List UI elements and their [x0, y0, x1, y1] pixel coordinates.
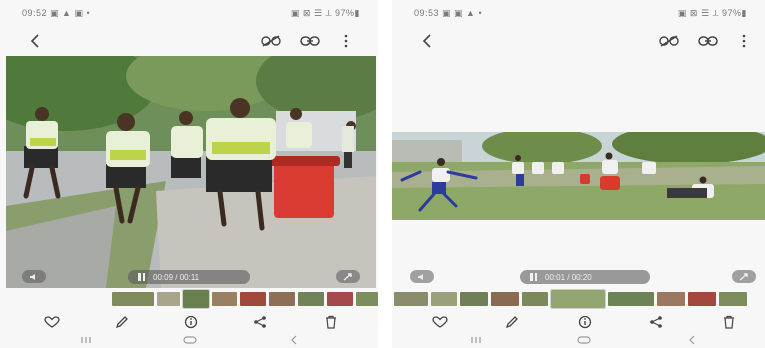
- filmstrip-thumbnail[interactable]: [460, 292, 488, 306]
- playback-pill[interactable]: 00:01 / 00:20: [520, 270, 650, 284]
- link-icon[interactable]: [697, 33, 719, 49]
- status-bar: 09:52 ▣ ▲ ▣ • ▣ ⊠ ☰ ⟂ 97%▮: [0, 2, 378, 22]
- total-duration: 00:11: [179, 272, 200, 282]
- info-icon[interactable]: [181, 312, 201, 332]
- filmstrip: [394, 289, 765, 309]
- volume-icon: [30, 273, 35, 280]
- pause-icon[interactable]: [138, 273, 145, 281]
- capture-icon: [343, 272, 352, 281]
- elapsed-time: 00:09: [153, 272, 174, 282]
- filmstrip-thumbnail[interactable]: [240, 292, 267, 306]
- status-system-icons: ▣ ⊠ ☰ ⟂ 97%▮: [677, 8, 747, 18]
- more-vert-icon[interactable]: [341, 32, 351, 50]
- filmstrip-thumbnail[interactable]: [688, 292, 716, 306]
- heart-icon[interactable]: [430, 312, 450, 332]
- status-time: 09:53 ▣ ▣ ▲ •: [414, 8, 482, 19]
- filmstrip-thumbnail[interactable]: [112, 292, 155, 306]
- screenshot-pair: 09:52 ▣ ▲ ▣ • ▣ ⊠ ☰ ⟂ 97%▮ 00:09 / 00:11…: [0, 0, 765, 348]
- video-frame[interactable]: [392, 132, 765, 220]
- pencil-icon[interactable]: [502, 312, 522, 332]
- capture-button[interactable]: [336, 270, 360, 283]
- pencil-icon[interactable]: [112, 312, 132, 332]
- mute-toggle[interactable]: [22, 270, 46, 283]
- filmstrip-thumbnail[interactable]: [269, 292, 296, 306]
- share-icon[interactable]: [646, 312, 666, 332]
- filmstrip-thumbnail[interactable]: [181, 289, 210, 309]
- video-image: [6, 56, 376, 288]
- playback-time: 00:01 / 00:20: [545, 272, 592, 282]
- filmstrip-thumbnail[interactable]: [550, 289, 606, 309]
- filmstrip: [112, 289, 378, 309]
- video-image: [392, 132, 765, 220]
- share-icon[interactable]: [250, 312, 270, 332]
- filmstrip-thumbnail[interactable]: [394, 292, 428, 306]
- link-off-icon[interactable]: [658, 33, 680, 49]
- filmstrip-thumbnail[interactable]: [326, 292, 353, 306]
- home-nav-icon[interactable]: [576, 333, 592, 347]
- capture-icon: [739, 272, 748, 281]
- playback-pill[interactable]: 00:09 / 00:11: [128, 270, 250, 284]
- bottom-action-bar: [0, 312, 378, 332]
- info-icon[interactable]: [575, 312, 595, 332]
- filmstrip-thumbnail[interactable]: [211, 292, 238, 306]
- status-bar: 09:53 ▣ ▣ ▲ • ▣ ⊠ ☰ ⟂ 97%▮: [392, 2, 765, 22]
- system-nav-bar: [0, 333, 378, 347]
- video-controls: 00:01 / 00:20: [392, 268, 765, 290]
- filmstrip-thumbnail[interactable]: [298, 292, 324, 306]
- recents-nav-icon[interactable]: [78, 333, 94, 347]
- bottom-action-bar: [392, 312, 765, 332]
- capture-button[interactable]: [732, 270, 756, 283]
- filmstrip-thumbnail[interactable]: [657, 292, 685, 306]
- status-notification-icons: ▣ ▣ ▲ •: [442, 8, 483, 18]
- trash-icon[interactable]: [719, 312, 739, 332]
- viewer-top-bar: [0, 24, 378, 58]
- video-controls: 00:09 / 00:11: [0, 266, 378, 288]
- back-arrow-icon[interactable]: [418, 32, 436, 50]
- filmstrip-thumbnail[interactable]: [719, 292, 747, 306]
- back-nav-icon[interactable]: [286, 333, 302, 347]
- link-icon[interactable]: [299, 33, 321, 49]
- filmstrip-thumbnail[interactable]: [355, 292, 378, 306]
- heart-icon[interactable]: [42, 312, 62, 332]
- recents-nav-icon[interactable]: [468, 333, 484, 347]
- more-vert-icon[interactable]: [739, 32, 749, 50]
- filmstrip-thumbnail[interactable]: [491, 292, 519, 306]
- status-system-icons: ▣ ⊠ ☰ ⟂ 97%▮: [290, 8, 360, 18]
- system-nav-bar: [392, 333, 765, 347]
- volume-icon: [418, 273, 423, 280]
- status-clock: 09:52: [22, 8, 48, 18]
- trash-icon[interactable]: [321, 312, 341, 332]
- filmstrip-thumbnail[interactable]: [608, 292, 654, 306]
- pause-icon[interactable]: [530, 273, 537, 281]
- mute-toggle[interactable]: [410, 270, 434, 283]
- status-clock: 09:53: [414, 8, 440, 18]
- phone-screen-right: 09:53 ▣ ▣ ▲ • ▣ ⊠ ☰ ⟂ 97%▮ 00:01 / 00:20: [392, 0, 765, 348]
- video-frame[interactable]: [6, 56, 376, 288]
- link-off-icon[interactable]: [260, 33, 282, 49]
- elapsed-time: 00:01: [545, 272, 566, 282]
- back-arrow-icon[interactable]: [26, 32, 44, 50]
- home-nav-icon[interactable]: [182, 333, 198, 347]
- total-duration: 00:20: [571, 272, 592, 282]
- phone-screen-left: 09:52 ▣ ▲ ▣ • ▣ ⊠ ☰ ⟂ 97%▮ 00:09 / 00:11: [0, 0, 378, 348]
- status-notification-icons: ▣ ▲ ▣ •: [50, 8, 91, 18]
- back-nav-icon[interactable]: [684, 333, 700, 347]
- filmstrip-thumbnail[interactable]: [522, 292, 548, 306]
- playback-time: 00:09 / 00:11: [153, 272, 200, 282]
- filmstrip-thumbnail[interactable]: [431, 292, 457, 306]
- status-time: 09:52 ▣ ▲ ▣ •: [22, 8, 90, 19]
- filmstrip-thumbnail[interactable]: [157, 292, 180, 306]
- viewer-top-bar: [392, 24, 765, 58]
